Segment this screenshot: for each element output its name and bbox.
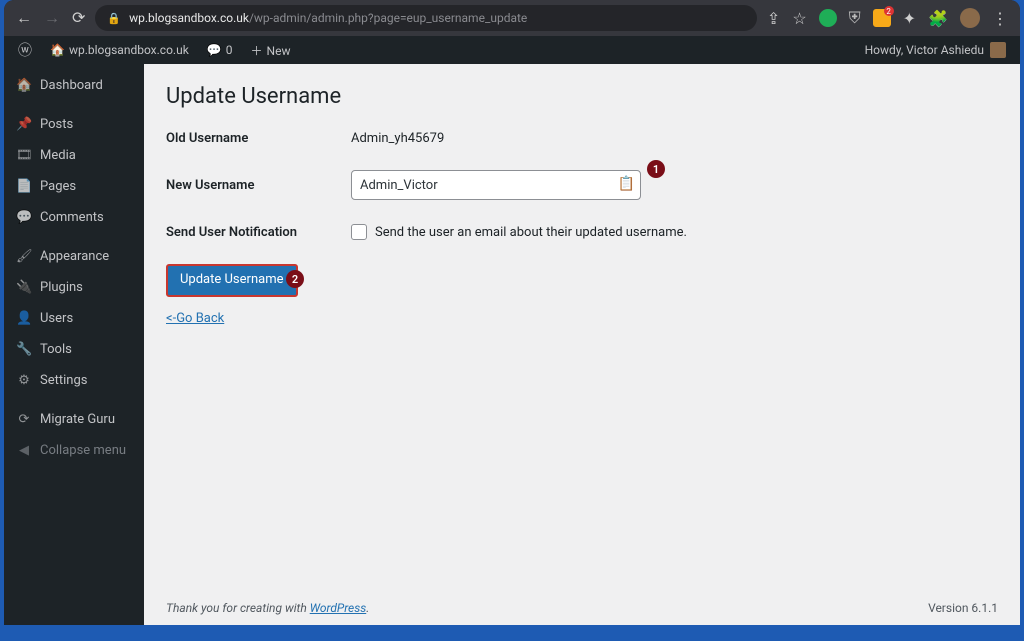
share-icon[interactable]: ⇪ [767, 9, 780, 28]
appearance-icon: 🖌 [16, 249, 32, 264]
sidebar-item-label: Migrate Guru [40, 412, 115, 427]
sidebar-item-label: Users [40, 311, 73, 326]
admin-footer: Thank you for creating with WordPress. V… [144, 593, 1020, 625]
annotation-badge-1: 1 [647, 160, 665, 178]
plugins-icon: 🔌 [16, 280, 32, 295]
annotation-badge-2: 2 [286, 270, 304, 288]
admin-sidebar: 🏠 Dashboard 📌 Posts 🎞 Media 📄 Pages 💬 Comment… [4, 64, 144, 625]
version-text: Version 6.1.1 [928, 601, 998, 615]
extensions-icon[interactable]: ✦ [903, 9, 916, 28]
sidebar-item-label: Dashboard [40, 78, 103, 93]
footer-text: Thank you for creating with [166, 601, 310, 615]
posts-icon: 📌 [16, 117, 32, 132]
new-link[interactable]: ＋New [251, 42, 291, 59]
lock-icon: 🔒 [107, 12, 121, 25]
comments-icon: 💬 [16, 210, 32, 225]
sidebar-item-label: Plugins [40, 280, 83, 295]
input-clipboard-icon[interactable]: 📋 [618, 176, 635, 192]
notify-checkbox[interactable] [351, 224, 367, 240]
sidebar-item-appearance[interactable]: 🖌 Appearance [4, 241, 144, 272]
extension-shield-icon[interactable]: ⛨ [849, 8, 861, 28]
dashboard-icon: 🏠 [16, 78, 32, 93]
sidebar-item-users[interactable]: 👤 Users [4, 303, 144, 334]
notify-label: Send User Notification [166, 225, 351, 240]
sidebar-item-label: Comments [40, 210, 104, 225]
sidebar-item-label: Posts [40, 117, 73, 132]
sidebar-item-migrate-guru[interactable]: ⟳ Migrate Guru [4, 404, 144, 435]
page-title: Update Username [166, 84, 998, 109]
puzzle-icon[interactable]: 🧩 [928, 9, 948, 28]
migrate-icon: ⟳ [16, 412, 32, 427]
browser-toolbar: ← → ⟳ 🔒 wp.blogsandbox.co.uk/wp-admin/ad… [4, 0, 1020, 36]
collapse-menu[interactable]: ◀ Collapse menu [4, 435, 144, 466]
sidebar-item-label: Pages [40, 179, 76, 194]
sidebar-item-settings[interactable]: ⚙ Settings [4, 365, 144, 396]
sidebar-item-label: Tools [40, 342, 72, 357]
sidebar-item-label: Appearance [40, 249, 109, 264]
old-username-label: Old Username [166, 131, 351, 146]
wordpress-logo-icon[interactable]: ⓦ [18, 40, 32, 60]
wp-admin-bar: ⓦ 🏠wp.blogsandbox.co.uk 💬0 ＋New Howdy, V… [4, 36, 1020, 64]
sidebar-item-comments[interactable]: 💬 Comments [4, 202, 144, 233]
sidebar-item-label: Media [40, 148, 76, 163]
forward-icon[interactable]: → [44, 8, 60, 28]
notify-text: Send the user an email about their updat… [375, 225, 687, 240]
reload-icon[interactable]: ⟳ [72, 8, 85, 28]
collapse-icon: ◀ [16, 443, 32, 458]
extension-green-icon[interactable] [819, 9, 837, 27]
howdy-text[interactable]: Howdy, Victor Ashiedu [865, 43, 984, 57]
old-username-value: Admin_yh45679 [351, 131, 444, 146]
wordpress-link[interactable]: WordPress [310, 601, 367, 615]
users-icon: 👤 [16, 311, 32, 326]
sidebar-item-media[interactable]: 🎞 Media [4, 140, 144, 171]
sidebar-item-tools[interactable]: 🔧 Tools [4, 334, 144, 365]
menu-dots-icon[interactable]: ⋮ [992, 9, 1008, 28]
sidebar-item-label: Settings [40, 373, 87, 388]
go-back-link[interactable]: <-Go Back [166, 311, 224, 326]
sidebar-item-posts[interactable]: 📌 Posts [4, 109, 144, 140]
profile-avatar-icon[interactable] [960, 8, 980, 28]
user-avatar-icon[interactable] [990, 42, 1006, 58]
sidebar-item-dashboard[interactable]: 🏠 Dashboard [4, 70, 144, 101]
tools-icon: 🔧 [16, 342, 32, 357]
back-icon[interactable]: ← [16, 8, 32, 28]
new-username-label: New Username [166, 178, 351, 193]
url-host: wp.blogsandbox.co.uk [129, 11, 249, 25]
media-icon: 🎞 [16, 148, 32, 163]
url-path: /wp-admin/admin.php?page=eup_username_up… [249, 11, 527, 25]
site-link[interactable]: 🏠wp.blogsandbox.co.uk [50, 43, 189, 57]
collapse-label: Collapse menu [40, 443, 126, 458]
sidebar-item-pages[interactable]: 📄 Pages [4, 171, 144, 202]
comments-link[interactable]: 💬0 [207, 43, 233, 57]
new-username-input[interactable] [351, 170, 641, 200]
settings-icon: ⚙ [16, 373, 32, 388]
pages-icon: 📄 [16, 179, 32, 194]
update-username-button[interactable]: Update Username [166, 264, 298, 297]
extension-orange-icon[interactable] [873, 9, 891, 27]
url-bar[interactable]: 🔒 wp.blogsandbox.co.uk/wp-admin/admin.ph… [95, 5, 757, 31]
sidebar-item-plugins[interactable]: 🔌 Plugins [4, 272, 144, 303]
bookmark-icon[interactable]: ☆ [792, 9, 806, 28]
